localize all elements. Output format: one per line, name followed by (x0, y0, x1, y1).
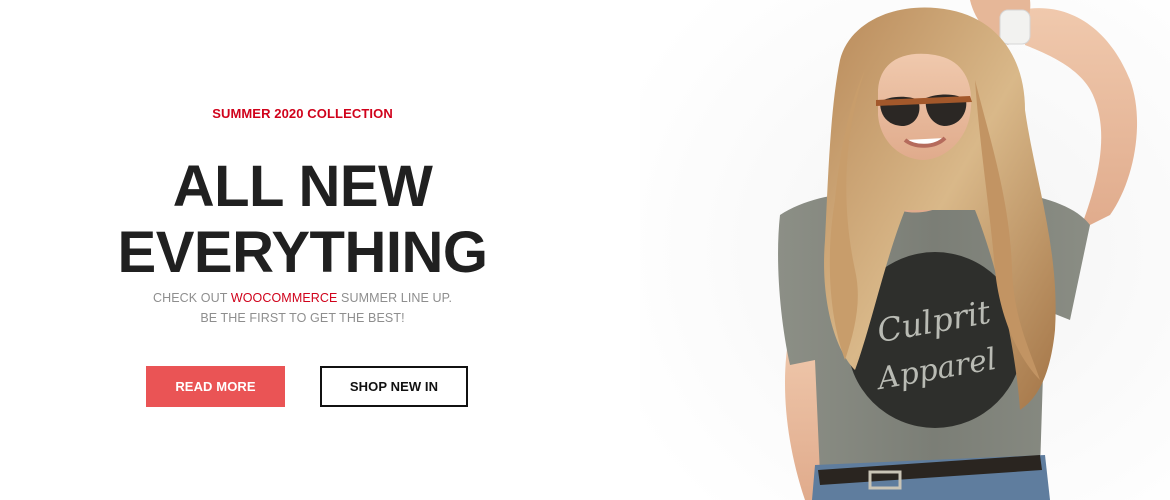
subtext-line-2: BE THE FIRST TO GET THE BEST! (200, 311, 405, 325)
headline-line-1: ALL NEW (172, 154, 433, 219)
shop-new-in-button[interactable]: SHOP NEW IN (320, 366, 468, 407)
woocommerce-highlight: WOOCOMMERCE (230, 291, 338, 305)
subtext-line-1: CHECK OUT WOOCOMMERCE SUMMER LINE UP. (100, 288, 505, 308)
model-illustration: Culprit Apparel (640, 0, 1170, 500)
subtext-prefix: CHECK OUT (152, 291, 231, 305)
hero-headline: ALL NEW EVERYTHING (100, 154, 505, 286)
read-more-button[interactable]: READ MORE (146, 366, 285, 407)
hero-copy: SUMMER 2020 COLLECTION ALL NEW EVERYTHIN… (100, 0, 505, 500)
watch (999, 9, 1031, 45)
subtext-suffix: SUMMER LINE UP. (337, 291, 453, 305)
headline-line-2: EVERYTHING (117, 220, 488, 285)
collection-label: SUMMER 2020 COLLECTION (212, 106, 393, 121)
hero-subtext: CHECK OUT WOOCOMMERCE SUMMER LINE UP. BE… (100, 288, 505, 328)
hero-banner: SUMMER 2020 COLLECTION ALL NEW EVERYTHIN… (0, 0, 1170, 500)
model-photo: Culprit Apparel (640, 0, 1170, 500)
